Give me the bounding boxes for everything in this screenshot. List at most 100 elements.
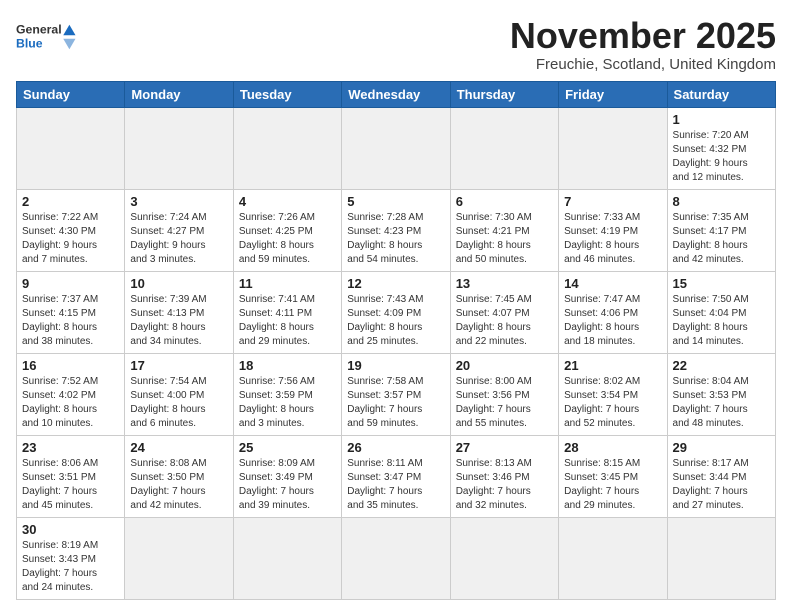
calendar-cell: 19Sunrise: 7:58 AM Sunset: 3:57 PM Dayli… <box>342 353 450 435</box>
day-number: 14 <box>564 276 661 291</box>
day-number: 29 <box>673 440 770 455</box>
svg-text:Blue: Blue <box>16 37 43 51</box>
day-number: 7 <box>564 194 661 209</box>
calendar-cell <box>342 517 450 599</box>
day-info: Sunrise: 8:15 AM Sunset: 3:45 PM Dayligh… <box>564 457 661 513</box>
day-number: 21 <box>564 358 661 373</box>
calendar-cell <box>450 517 558 599</box>
day-info: Sunrise: 8:02 AM Sunset: 3:54 PM Dayligh… <box>564 375 661 431</box>
day-number: 8 <box>673 194 770 209</box>
day-info: Sunrise: 7:45 AM Sunset: 4:07 PM Dayligh… <box>456 293 553 349</box>
day-info: Sunrise: 8:19 AM Sunset: 3:43 PM Dayligh… <box>22 539 119 595</box>
day-number: 20 <box>456 358 553 373</box>
day-info: Sunrise: 7:39 AM Sunset: 4:13 PM Dayligh… <box>130 293 227 349</box>
weekday-header-row: SundayMondayTuesdayWednesdayThursdayFrid… <box>17 81 776 107</box>
weekday-header-sunday: Sunday <box>17 81 125 107</box>
day-number: 12 <box>347 276 444 291</box>
calendar-cell: 6 Sunrise: 7:30 AM Sunset: 4:21 PM Daylig… <box>450 189 558 271</box>
calendar-cell: 27Sunrise: 8:13 AM Sunset: 3:46 PM Dayli… <box>450 435 558 517</box>
calendar-row-3: 16 Sunrise: 7:52 AM Sunset: 4:02 PM Dayli… <box>17 353 776 435</box>
calendar-cell: 12 Sunrise: 7:43 AM Sunset: 4:09 PM Dayli… <box>342 271 450 353</box>
logo-svg: General Blue <box>16 16 86 58</box>
calendar-cell: 8Sunrise: 7:35 AM Sunset: 4:17 PM Daylig… <box>667 189 775 271</box>
day-number: 9 <box>22 276 119 291</box>
calendar-cell: 18 Sunrise: 7:56 AM Sunset: 3:59 PM Dayli… <box>233 353 341 435</box>
calendar-cell: 2 Sunrise: 7:22 AM Sunset: 4:30 PM Daylig… <box>17 189 125 271</box>
calendar-cell: 5Sunrise: 7:28 AM Sunset: 4:23 PM Daylig… <box>342 189 450 271</box>
page-header: General Blue November 2025 Freuchie, Sco… <box>16 16 776 73</box>
day-info: Sunrise: 8:00 AM Sunset: 3:56 PM Dayligh… <box>456 375 553 431</box>
day-number: 11 <box>239 276 336 291</box>
day-number: 2 <box>22 194 119 209</box>
calendar-cell: 9 Sunrise: 7:37 AM Sunset: 4:15 PM Daylig… <box>17 271 125 353</box>
calendar-row-4: 23 Sunrise: 8:06 AM Sunset: 3:51 PM Dayli… <box>17 435 776 517</box>
calendar-cell: 17 Sunrise: 7:54 AM Sunset: 4:00 PM Dayli… <box>125 353 233 435</box>
day-info: Sunrise: 7:28 AM Sunset: 4:23 PM Dayligh… <box>347 211 444 267</box>
day-info: Sunrise: 7:52 AM Sunset: 4:02 PM Dayligh… <box>22 375 119 431</box>
day-info: Sunrise: 7:50 AM Sunset: 4:04 PM Dayligh… <box>673 293 770 349</box>
day-number: 24 <box>130 440 227 455</box>
calendar-cell <box>17 107 125 189</box>
calendar-cell: 13Sunrise: 7:45 AM Sunset: 4:07 PM Dayli… <box>450 271 558 353</box>
day-number: 4 <box>239 194 336 209</box>
calendar-cell <box>667 517 775 599</box>
title-area: November 2025 Freuchie, Scotland, United… <box>510 16 776 73</box>
calendar-cell <box>233 517 341 599</box>
day-info: Sunrise: 7:24 AM Sunset: 4:27 PM Dayligh… <box>130 211 227 267</box>
day-info: Sunrise: 7:43 AM Sunset: 4:09 PM Dayligh… <box>347 293 444 349</box>
calendar-cell: 4Sunrise: 7:26 AM Sunset: 4:25 PM Daylig… <box>233 189 341 271</box>
day-number: 6 <box>456 194 553 209</box>
calendar-cell: 25 Sunrise: 8:09 AM Sunset: 3:49 PM Dayli… <box>233 435 341 517</box>
weekday-header-thursday: Thursday <box>450 81 558 107</box>
calendar-cell: 14Sunrise: 7:47 AM Sunset: 4:06 PM Dayli… <box>559 271 667 353</box>
month-title: November 2025 <box>510 16 776 56</box>
calendar-cell: 21 Sunrise: 8:02 AM Sunset: 3:54 PM Dayli… <box>559 353 667 435</box>
day-info: Sunrise: 8:06 AM Sunset: 3:51 PM Dayligh… <box>22 457 119 513</box>
calendar-cell: 28Sunrise: 8:15 AM Sunset: 3:45 PM Dayli… <box>559 435 667 517</box>
calendar-row-1: 2 Sunrise: 7:22 AM Sunset: 4:30 PM Daylig… <box>17 189 776 271</box>
calendar-cell <box>125 107 233 189</box>
day-info: Sunrise: 7:30 AM Sunset: 4:21 PM Dayligh… <box>456 211 553 267</box>
day-info: Sunrise: 8:09 AM Sunset: 3:49 PM Dayligh… <box>239 457 336 513</box>
day-number: 1 <box>673 112 770 127</box>
calendar-table: SundayMondayTuesdayWednesdayThursdayFrid… <box>16 81 776 600</box>
day-number: 15 <box>673 276 770 291</box>
day-number: 17 <box>130 358 227 373</box>
day-number: 22 <box>673 358 770 373</box>
weekday-header-monday: Monday <box>125 81 233 107</box>
calendar-cell <box>342 107 450 189</box>
day-number: 3 <box>130 194 227 209</box>
weekday-header-tuesday: Tuesday <box>233 81 341 107</box>
day-number: 18 <box>239 358 336 373</box>
calendar-cell: 30Sunrise: 8:19 AM Sunset: 3:43 PM Dayli… <box>17 517 125 599</box>
calendar-row-2: 9 Sunrise: 7:37 AM Sunset: 4:15 PM Daylig… <box>17 271 776 353</box>
day-number: 10 <box>130 276 227 291</box>
day-number: 23 <box>22 440 119 455</box>
calendar-cell: 1 Sunrise: 7:20 AM Sunset: 4:32 PM Daylig… <box>667 107 775 189</box>
day-number: 25 <box>239 440 336 455</box>
calendar-cell <box>125 517 233 599</box>
calendar-row-0: 1 Sunrise: 7:20 AM Sunset: 4:32 PM Daylig… <box>17 107 776 189</box>
calendar-cell: 24 Sunrise: 8:08 AM Sunset: 3:50 PM Dayli… <box>125 435 233 517</box>
calendar-cell: 10 Sunrise: 7:39 AM Sunset: 4:13 PM Dayli… <box>125 271 233 353</box>
calendar-cell: 11 Sunrise: 7:41 AM Sunset: 4:11 PM Dayli… <box>233 271 341 353</box>
calendar-cell <box>450 107 558 189</box>
weekday-header-friday: Friday <box>559 81 667 107</box>
day-info: Sunrise: 7:41 AM Sunset: 4:11 PM Dayligh… <box>239 293 336 349</box>
day-info: Sunrise: 7:20 AM Sunset: 4:32 PM Dayligh… <box>673 129 770 185</box>
day-info: Sunrise: 8:17 AM Sunset: 3:44 PM Dayligh… <box>673 457 770 513</box>
calendar-cell: 29 Sunrise: 8:17 AM Sunset: 3:44 PM Dayli… <box>667 435 775 517</box>
day-number: 16 <box>22 358 119 373</box>
day-info: Sunrise: 8:13 AM Sunset: 3:46 PM Dayligh… <box>456 457 553 513</box>
day-info: Sunrise: 7:22 AM Sunset: 4:30 PM Dayligh… <box>22 211 119 267</box>
day-info: Sunrise: 8:08 AM Sunset: 3:50 PM Dayligh… <box>130 457 227 513</box>
day-info: Sunrise: 7:37 AM Sunset: 4:15 PM Dayligh… <box>22 293 119 349</box>
weekday-header-wednesday: Wednesday <box>342 81 450 107</box>
calendar-row-5: 30Sunrise: 8:19 AM Sunset: 3:43 PM Dayli… <box>17 517 776 599</box>
day-info: Sunrise: 7:54 AM Sunset: 4:00 PM Dayligh… <box>130 375 227 431</box>
location-subtitle: Freuchie, Scotland, United Kingdom <box>510 56 776 73</box>
calendar-cell: 23 Sunrise: 8:06 AM Sunset: 3:51 PM Dayli… <box>17 435 125 517</box>
calendar-cell: 20 Sunrise: 8:00 AM Sunset: 3:56 PM Dayli… <box>450 353 558 435</box>
day-info: Sunrise: 8:04 AM Sunset: 3:53 PM Dayligh… <box>673 375 770 431</box>
day-info: Sunrise: 7:56 AM Sunset: 3:59 PM Dayligh… <box>239 375 336 431</box>
